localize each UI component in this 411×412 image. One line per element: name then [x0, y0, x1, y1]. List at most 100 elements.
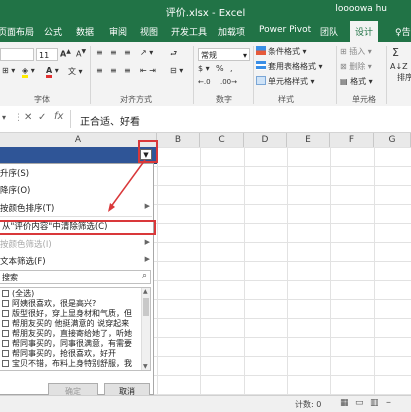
- column-header-c[interactable]: C: [200, 133, 244, 147]
- tab-developer[interactable]: 开发工具: [171, 25, 207, 38]
- comma-icon[interactable]: ,: [230, 64, 233, 73]
- align-left-icon[interactable]: ≡: [96, 66, 103, 75]
- grid-line: [200, 147, 201, 395]
- menu-item-text-filters[interactable]: 文本筛选(F) ▶: [0, 255, 154, 267]
- confirm-entry-icon[interactable]: ✓: [38, 112, 46, 123]
- indent-icon[interactable]: ⇤ ⇥: [140, 66, 156, 75]
- sort-filter-icon[interactable]: A↓Z: [390, 62, 408, 71]
- list-item[interactable]: 帮同事买的，抢很喜欢，好开: [2, 349, 116, 359]
- percent-icon[interactable]: %: [216, 64, 224, 73]
- currency-icon[interactable]: $ ▾: [198, 64, 210, 73]
- format-icon: ▤: [340, 77, 348, 86]
- divider: [336, 46, 337, 104]
- checkbox-icon: [2, 340, 9, 347]
- column-header-e[interactable]: E: [287, 133, 330, 147]
- tab-tell-me[interactable]: ♀告: [395, 25, 411, 38]
- column-headers: A B C D E F G: [0, 133, 411, 148]
- ribbon-tabs: 页面布局 公式 数据 审阅 视图 开发工具 加载项 Power Pivot 团队…: [0, 20, 411, 42]
- sum-icon[interactable]: Σ: [392, 46, 399, 59]
- merge-icon[interactable]: ⊟ ▾: [170, 66, 183, 75]
- list-item[interactable]: 帮同事买的，同事很满意，有需要: [2, 339, 132, 349]
- number-format-select[interactable]: 常规 ▾: [198, 48, 250, 61]
- cells-group-label: 单元格: [352, 95, 376, 104]
- zoom-out-icon[interactable]: –: [386, 397, 391, 408]
- column-header-b[interactable]: B: [157, 133, 200, 147]
- column-header-f[interactable]: F: [330, 133, 374, 147]
- list-item[interactable]: 版型很好，穿上显身材和气质，但: [2, 309, 132, 319]
- table-format-icon: [256, 61, 266, 70]
- decrease-decimal-icon[interactable]: .00→: [220, 78, 237, 86]
- normal-view-icon[interactable]: ▦: [340, 398, 349, 408]
- tab-page-layout[interactable]: 页面布局: [0, 25, 34, 38]
- list-scrollbar[interactable]: ▲ ▼: [141, 288, 150, 370]
- conditional-format-button[interactable]: 条件格式 ▾: [256, 46, 307, 57]
- format-cells-button[interactable]: ▤ 格式 ▾: [340, 76, 373, 87]
- align-top-icon[interactable]: ≡: [96, 48, 103, 57]
- list-item[interactable]: 帮朋友买的 他挺满意的 说穿起来: [2, 319, 129, 329]
- page-break-view-icon[interactable]: ▥: [370, 398, 379, 408]
- search-placeholder: 搜索: [2, 273, 18, 282]
- styles-group-label: 样式: [278, 95, 294, 104]
- tab-team[interactable]: 团队: [320, 25, 338, 38]
- search-icon: ⌕: [141, 271, 147, 281]
- checkbox-icon: [2, 290, 9, 297]
- formula-input[interactable]: 正合适、好看: [80, 113, 140, 128]
- checkbox-icon: [2, 300, 9, 307]
- tab-review[interactable]: 审阅: [109, 25, 127, 38]
- list-item[interactable]: 帮朋友买的，直接寄给她了，听她: [2, 329, 132, 339]
- divider: [253, 46, 254, 104]
- align-middle-icon[interactable]: ≡: [110, 48, 117, 57]
- scroll-thumb[interactable]: [143, 298, 149, 316]
- divider: [70, 110, 71, 128]
- orientation-icon[interactable]: ↗ ▾: [140, 48, 153, 57]
- column-header-a[interactable]: A: [0, 133, 157, 147]
- insert-icon: ⊞: [340, 47, 347, 56]
- column-header-d[interactable]: D: [244, 133, 287, 147]
- font-grow-icon[interactable]: A▲: [60, 48, 71, 59]
- cancel-entry-icon[interactable]: ✕: [24, 112, 32, 123]
- name-box-arrow-icon[interactable]: ▾: [2, 113, 6, 122]
- tab-data[interactable]: 数据: [76, 25, 94, 38]
- sort-filter-button[interactable]: 排序: [397, 72, 411, 83]
- menu-item-clear-filter[interactable]: 从"评价内容"中清除筛选(C): [0, 220, 156, 235]
- tab-addins[interactable]: 加载项: [218, 25, 245, 38]
- fill-color-icon[interactable]: ◈ ▾: [22, 66, 35, 78]
- font-color-icon[interactable]: A ▾: [46, 66, 59, 78]
- align-bottom-icon[interactable]: ≡: [124, 48, 131, 57]
- font-name-box[interactable]: [0, 48, 34, 61]
- font-size-box[interactable]: 11: [36, 48, 58, 61]
- menu-item-filter-by-color[interactable]: 按颜色筛选(I) ▶: [0, 238, 154, 250]
- phonetic-icon[interactable]: 文 ▾: [68, 66, 83, 77]
- list-item[interactable]: (全选): [2, 289, 34, 299]
- user-name[interactable]: loooowa hu: [335, 4, 387, 14]
- tab-power-pivot[interactable]: Power Pivot: [259, 25, 311, 35]
- title-bar: 评价.xlsx - Excel loooowa hu: [0, 0, 411, 20]
- menu-item-sort-desc[interactable]: 降序(O): [0, 184, 30, 196]
- tab-view[interactable]: 视图: [140, 25, 158, 38]
- checkbox-icon: [2, 360, 9, 367]
- tab-design[interactable]: 设计: [350, 21, 379, 42]
- insert-function-icon[interactable]: fx: [54, 111, 63, 122]
- value-list: (全选) 阿姨很喜欢，很是高兴? 版型很好，穿上显身材和气质，但 帮朋友买的 他…: [0, 287, 151, 371]
- align-center-icon[interactable]: ≡: [110, 66, 117, 75]
- page-layout-view-icon[interactable]: ▭: [355, 398, 364, 408]
- list-item[interactable]: 阿姨很喜欢，很是高兴?: [2, 299, 96, 309]
- border-icon[interactable]: ⊞ ▾: [2, 66, 15, 75]
- align-right-icon[interactable]: ≡: [124, 66, 131, 75]
- conditional-format-icon: [256, 46, 266, 55]
- table-format-button[interactable]: 套用表格格式 ▾: [256, 61, 323, 72]
- scroll-up-icon[interactable]: ▲: [143, 288, 148, 295]
- tab-formulas[interactable]: 公式: [44, 25, 62, 38]
- font-shrink-icon[interactable]: A▼: [76, 48, 86, 59]
- scroll-down-icon[interactable]: ▼: [143, 363, 148, 370]
- column-header-g[interactable]: G: [374, 133, 411, 147]
- delete-cells-button[interactable]: ⊠ 删除 ▾: [340, 61, 372, 72]
- cell-styles-button[interactable]: 单元格样式 ▾: [256, 76, 315, 87]
- insert-cells-button[interactable]: ⊞ 插入 ▾: [340, 46, 372, 57]
- wrap-text-icon[interactable]: ⮐: [170, 48, 177, 62]
- font-group-label: 字体: [34, 95, 50, 104]
- list-item[interactable]: 宝贝不错，布料上身特别舒服，我: [2, 359, 132, 369]
- search-input[interactable]: 搜索 ⌕: [0, 270, 151, 284]
- menu-item-sort-asc[interactable]: 升序(S): [0, 167, 29, 179]
- increase-decimal-icon[interactable]: ←.0: [198, 78, 211, 86]
